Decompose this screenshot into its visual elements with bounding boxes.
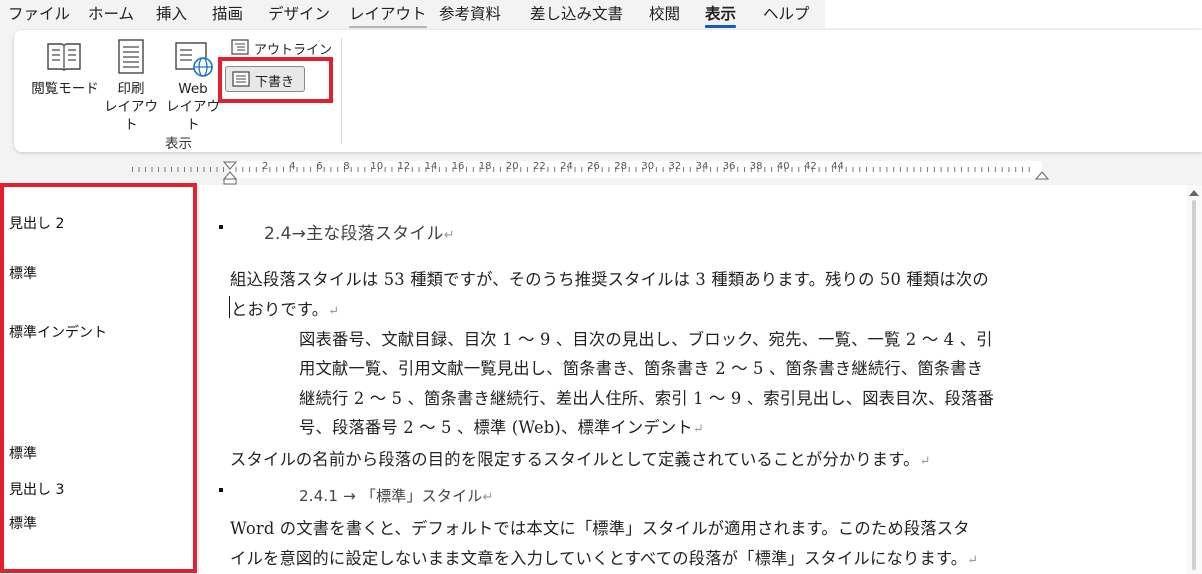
paragraph-1-line-2[interactable]: とおりです。↵: [231, 296, 339, 320]
web-layout-button[interactable]: Web レイアウト: [162, 80, 224, 134]
ruler-number: 20: [505, 161, 519, 172]
ruler-number: 12: [397, 161, 411, 172]
tab-layout[interactable]: レイアウト: [349, 2, 427, 28]
web-layout-icon: [175, 42, 213, 77]
ruler-number: 44: [831, 161, 844, 172]
tab-home[interactable]: ホーム: [88, 2, 134, 24]
ruler-number: 18: [478, 161, 492, 172]
tab-references[interactable]: 参考資料: [439, 2, 501, 24]
ribbon-group-separator: [341, 38, 342, 144]
ruler-number: 40: [776, 161, 790, 172]
indent-line-3[interactable]: 継続行 2 〜 5 、箇条書き継続行、差出人住所、索引 1 〜 9 、索引見出し…: [299, 385, 994, 409]
tab-design[interactable]: デザイン: [268, 2, 330, 24]
web-layout-label-1: Web: [178, 81, 208, 97]
ruler-number: 24: [560, 161, 573, 172]
ruler-number: 26: [587, 161, 600, 172]
heading-2-4-1[interactable]: 2.4.1 → 「標準」スタイル↵: [299, 485, 494, 506]
paragraph-3-line-2[interactable]: イルを意図的に設定しないまま文章を入力していくとすべての段落が「標準」スタイルに…: [230, 545, 978, 569]
paragraph-1-line-1[interactable]: 組込段落スタイルは 53 種類ですが、そのうち推奨スタイルは 3 種類あります。…: [230, 266, 989, 290]
paragraph-2[interactable]: スタイルの名前から段落の目的を限定するスタイルとして定義されていることが分かりま…: [230, 446, 931, 470]
book-icon: [47, 43, 81, 71]
ruler-number: 6: [316, 161, 323, 172]
ruler-number: 14: [424, 161, 438, 172]
paragraph-3-line-1[interactable]: Word の文書を書くと、デフォルトでは本文に「標準」スタイルが適用されます。こ…: [230, 515, 970, 539]
print-layout-label-1: 印刷: [117, 81, 145, 97]
tab-help[interactable]: ヘルプ: [763, 2, 810, 24]
ruler-number: 38: [749, 161, 763, 172]
outline-label: アウトライン: [254, 43, 333, 58]
print-layout-button[interactable]: 印刷 レイアウト: [100, 80, 162, 134]
indent-line-2[interactable]: 用文献一覧、引用文献一覧見出し、箇条書き、箇条書き 2 〜 5 、箇条書き継続行…: [299, 355, 983, 379]
reading-mode-button[interactable]: 閲覧モード: [30, 80, 100, 98]
ruler-number: 8: [343, 161, 350, 172]
ruler-number: 42: [804, 161, 817, 172]
indent-line-1[interactable]: 図表番号、文献目録、目次 1 〜 9 、目次の見出し、ブロック、宛先、一覧、一覧…: [299, 326, 993, 350]
reading-mode-label: 閲覧モード: [31, 81, 99, 97]
ruler-number: 34: [695, 161, 709, 172]
text-cursor: [229, 296, 230, 318]
tab-file[interactable]: ファイル: [8, 2, 70, 24]
heading-2-4[interactable]: 2.4→主な段落スタイル↵: [264, 219, 455, 244]
ribbon-tab-bar: ファイル ホーム 挿入 描画 デザイン レイアウト 参考資料 差し込み文書 校閲…: [0, 0, 825, 28]
ruler-number: 10: [370, 161, 384, 172]
horizontal-ruler[interactable]: [0, 158, 1202, 185]
ruler-number: 16: [451, 161, 465, 172]
ruler-number: 36: [722, 161, 736, 172]
scrollbar-thumb[interactable]: [1192, 200, 1196, 570]
tab-draw[interactable]: 描画: [212, 2, 243, 24]
view-group-label: 表示: [165, 136, 192, 152]
tab-mailings[interactable]: 差し込み文書: [530, 2, 623, 24]
outline-button[interactable]: アウトライン: [254, 39, 332, 58]
scroll-up-arrow-icon[interactable]: [1189, 190, 1199, 196]
ruler-number: 22: [533, 161, 546, 172]
print-layout-label-2: レイアウト: [104, 99, 158, 133]
print-layout-icon: [118, 39, 144, 74]
ruler-number: 2: [262, 161, 269, 172]
ruler-number: 4: [289, 161, 296, 172]
style-pane-highlight-box: [0, 183, 197, 573]
web-layout-label-2: レイアウト: [166, 99, 220, 133]
ruler-number: 30: [641, 161, 655, 172]
tab-review[interactable]: 校閲: [649, 2, 680, 24]
indent-line-4[interactable]: 号、段落番号 2 〜 5 、標準 (Web)、標準インデント↵: [299, 414, 704, 438]
heading3-bullet: [219, 488, 223, 492]
ruler-number: 28: [614, 161, 628, 172]
heading-bullet: [219, 225, 223, 229]
tab-view[interactable]: 表示: [705, 2, 737, 28]
tab-insert[interactable]: 挿入: [156, 2, 187, 24]
ruler-number: 32: [668, 161, 682, 172]
style-pane-divider[interactable]: [198, 185, 199, 574]
outline-icon: [231, 39, 249, 55]
draft-highlight-box: [218, 57, 333, 103]
